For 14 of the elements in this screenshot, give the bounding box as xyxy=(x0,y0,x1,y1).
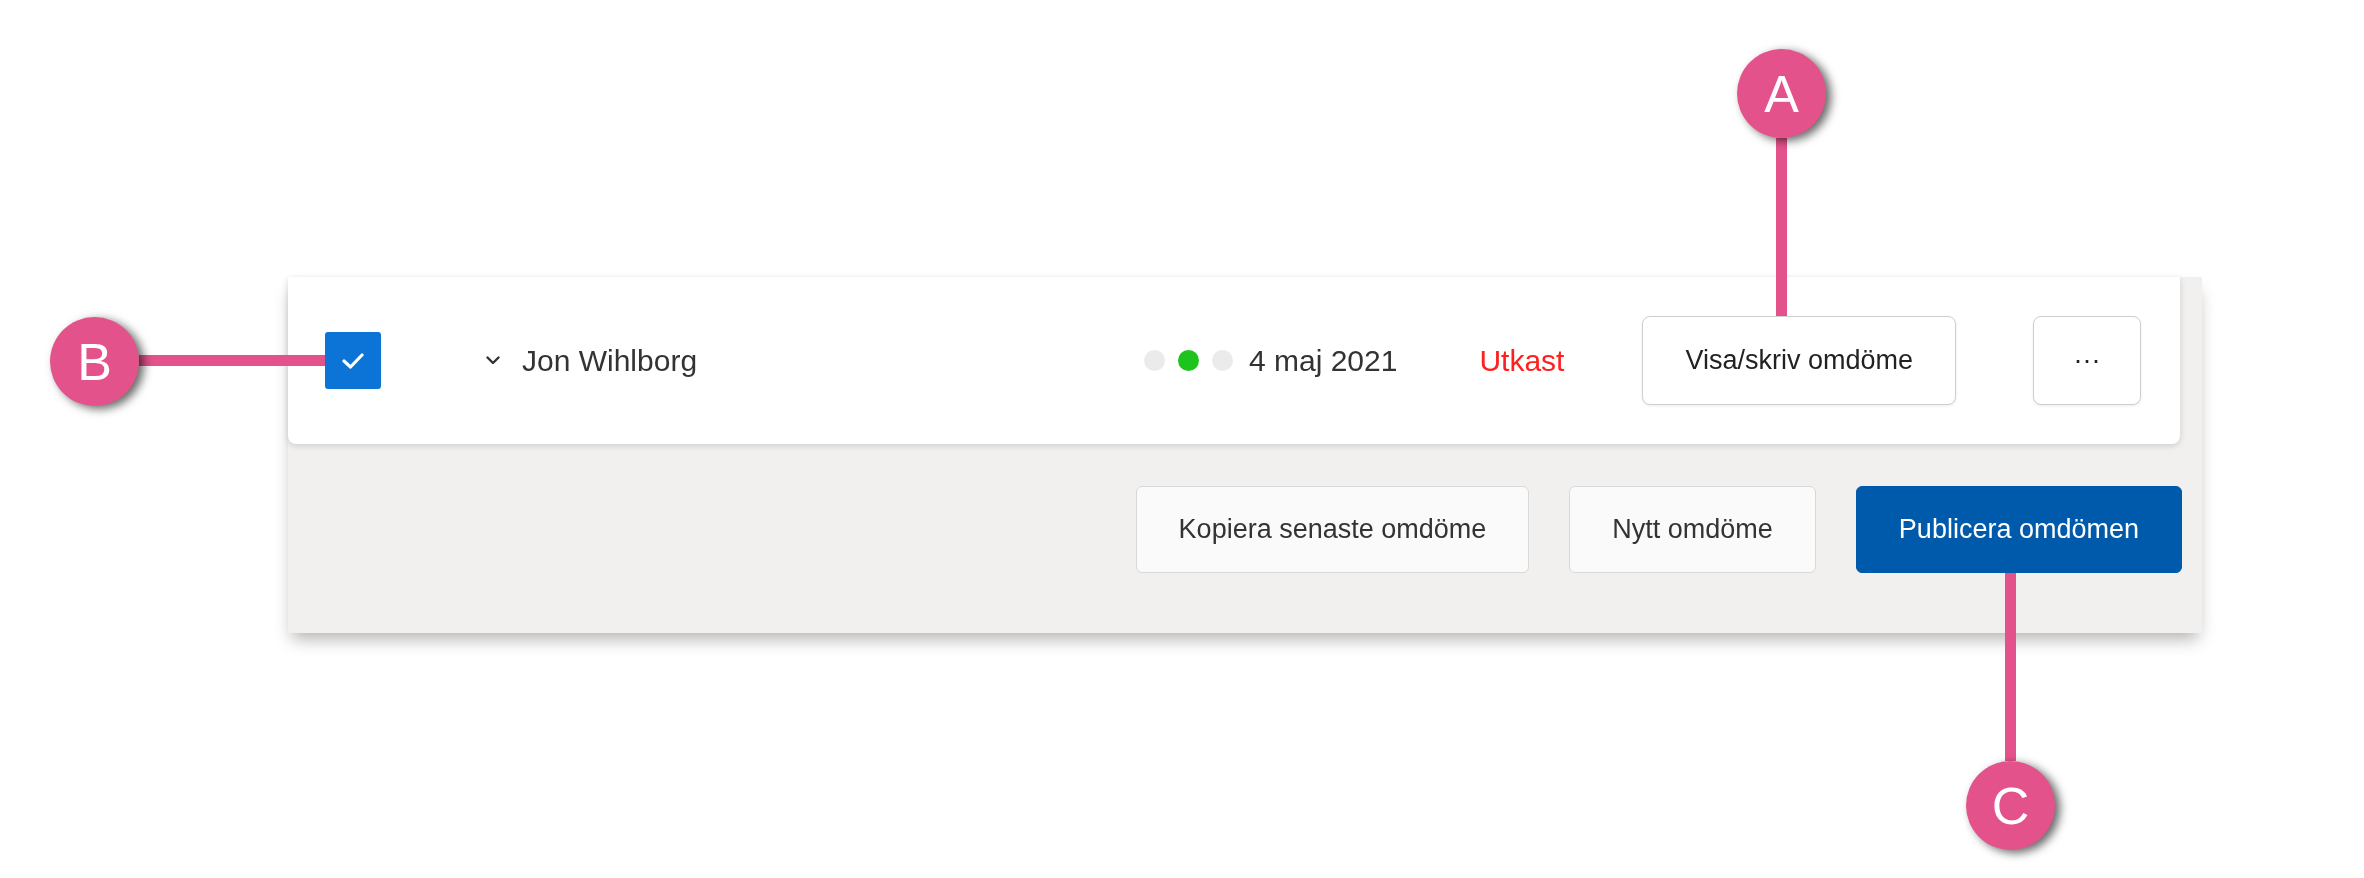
review-status: Utkast xyxy=(1479,343,1565,378)
chevron-down-icon[interactable] xyxy=(486,356,500,365)
view-review-button[interactable]: Visa/skriv omdöme xyxy=(1642,316,1956,405)
callout-marker: C xyxy=(1966,761,2055,850)
callout-marker: B xyxy=(50,317,139,406)
student-name: Jon Wihlborg xyxy=(522,343,698,378)
action-button[interactable]: Kopiera senaste omdöme xyxy=(1135,486,1530,573)
checkmark-icon xyxy=(342,352,364,369)
review-date: 4 maj 2021 xyxy=(1248,343,1398,378)
action-button[interactable]: Publicera omdömen xyxy=(1855,486,2182,573)
more-button[interactable]: ··· xyxy=(2033,316,2141,405)
action-button[interactable]: Nytt omdöme xyxy=(1569,486,1816,573)
checkbox[interactable] xyxy=(325,332,381,389)
callout-marker: A xyxy=(1737,49,1826,138)
